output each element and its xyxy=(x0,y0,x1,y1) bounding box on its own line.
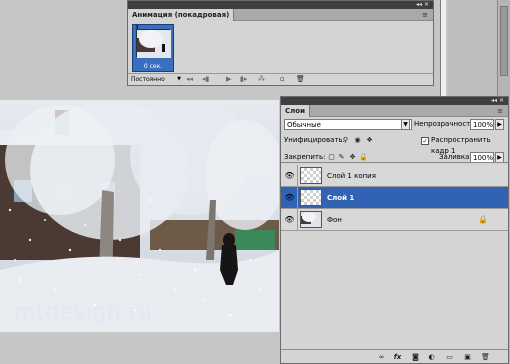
unify-label: Унифицировать: xyxy=(284,136,345,144)
divider xyxy=(297,209,298,231)
new-layer-icon[interactable]: ▣ xyxy=(463,353,472,362)
adjustment-icon[interactable]: ◐ xyxy=(427,353,436,362)
unify-visibility-icon[interactable]: ◉ xyxy=(353,136,362,145)
chevron-right-icon[interactable]: ▶ xyxy=(495,119,504,130)
visibility-eye-icon[interactable]: 👁 xyxy=(284,193,295,203)
watermark-text: mtdesign.ru xyxy=(14,300,153,325)
opacity-label: Непрозрачность: xyxy=(414,120,477,128)
layers-panel: ◂◂ ✕ Слои ≡ Обычные ▼ Непрозрачность: 10… xyxy=(280,96,509,364)
animation-frame-1[interactable]: 1 0 сек. xyxy=(132,24,174,72)
blend-mode-value: Обычные xyxy=(287,121,321,129)
tab-layers[interactable]: Слои xyxy=(281,105,310,117)
tween-icon[interactable]: ⁂ xyxy=(258,75,265,84)
frame-thumbnail xyxy=(136,29,171,58)
trash-icon[interactable]: 🗑 xyxy=(481,353,490,362)
winter-photo xyxy=(0,100,279,332)
mask-icon[interactable]: ◙ xyxy=(411,353,420,362)
next-frame-icon[interactable]: ▮▸ xyxy=(240,75,247,84)
chevron-down-icon: ▼ xyxy=(177,76,181,82)
opacity-input[interactable]: 100% xyxy=(470,119,494,130)
divider xyxy=(297,165,298,187)
animation-panel: ◂◂ ✕ Анимация (покадровая) ≡ 1 0 сек. По… xyxy=(127,0,434,86)
delete-frame-icon[interactable]: 🗑 xyxy=(296,75,305,84)
layer-name[interactable]: Слой 1 копия xyxy=(327,165,376,187)
animation-tab-row: Анимация (покадровая) ≡ xyxy=(128,9,433,21)
first-frame-icon[interactable]: ◂◂ xyxy=(186,75,193,84)
panel-menu-icon[interactable]: ≡ xyxy=(495,107,505,115)
lock-all-icon[interactable]: 🔒 xyxy=(359,153,368,162)
layers-tab-row: Слои ≡ xyxy=(281,105,508,117)
fx-icon[interactable]: fx xyxy=(393,353,402,362)
link-icon[interactable]: ∞ xyxy=(377,353,386,362)
chevron-down-icon[interactable]: ▼ xyxy=(401,119,410,130)
propagate-frame-checkbox[interactable]: ✓ xyxy=(421,137,429,145)
collapse-icon[interactable]: ◂◂ ✕ xyxy=(491,97,504,105)
lock-pixels-icon[interactable]: ✎ xyxy=(337,153,346,162)
layer-row[interactable]: 👁 Слой 1 копия xyxy=(281,165,508,187)
lock-position-icon[interactable]: ✥ xyxy=(348,153,357,162)
divider xyxy=(297,187,298,209)
layer-row-selected[interactable]: 👁 Слой 1 xyxy=(281,187,508,209)
duplicate-frame-icon[interactable]: ▫ xyxy=(280,75,285,84)
layer-row[interactable]: 👁 Фон 🔒 xyxy=(281,209,508,231)
scrollbar-thumb[interactable] xyxy=(500,6,508,76)
visibility-eye-icon[interactable]: 👁 xyxy=(284,171,295,181)
document-window-edge xyxy=(440,0,446,98)
layer-thumbnail xyxy=(300,211,322,228)
tab-animation[interactable]: Анимация (покадровая) xyxy=(128,9,235,21)
unify-position-icon[interactable]: ⚲ xyxy=(341,136,350,145)
panel-titlebar[interactable]: ◂◂ ✕ xyxy=(128,1,433,9)
loop-option-value: Постоянно xyxy=(131,76,165,83)
group-icon[interactable]: ▭ xyxy=(445,353,454,362)
layers-footer-toolbar: ∞ fx ◙ ◐ ▭ ▣ 🗑 xyxy=(281,349,508,363)
unify-style-icon[interactable]: ❖ xyxy=(365,136,374,145)
animation-toolbar: Постоянно ▼ ◂◂ ◂▮ ▶ ▮▸ ⁂ ▫ 🗑 xyxy=(128,73,433,85)
panel-menu-icon[interactable]: ≡ xyxy=(420,11,430,19)
frame-delay[interactable]: 0 сек. xyxy=(136,63,170,70)
layer-name[interactable]: Фон xyxy=(327,209,342,231)
play-icon[interactable]: ▶ xyxy=(226,75,231,84)
collapse-icon[interactable]: ◂◂ ✕ xyxy=(416,1,429,9)
layer-thumbnail xyxy=(300,167,322,184)
layer-list: 👁 Слой 1 копия 👁 Слой 1 👁 Фон 🔒 xyxy=(281,162,508,340)
blend-mode-select[interactable]: Обычные xyxy=(284,119,412,130)
prev-frame-icon[interactable]: ◂▮ xyxy=(202,75,209,84)
panel-titlebar[interactable]: ◂◂ ✕ xyxy=(281,97,508,105)
layer-thumbnail xyxy=(300,189,322,206)
layer-name[interactable]: Слой 1 xyxy=(327,187,354,209)
loop-options-select[interactable]: Постоянно ▼ xyxy=(130,75,182,84)
lock-transparency-icon[interactable]: ▢ xyxy=(327,153,336,162)
document-canvas[interactable]: mtdesign.ru xyxy=(0,100,279,332)
lock-icon: 🔒 xyxy=(478,215,488,224)
visibility-eye-icon[interactable]: 👁 xyxy=(284,215,295,225)
